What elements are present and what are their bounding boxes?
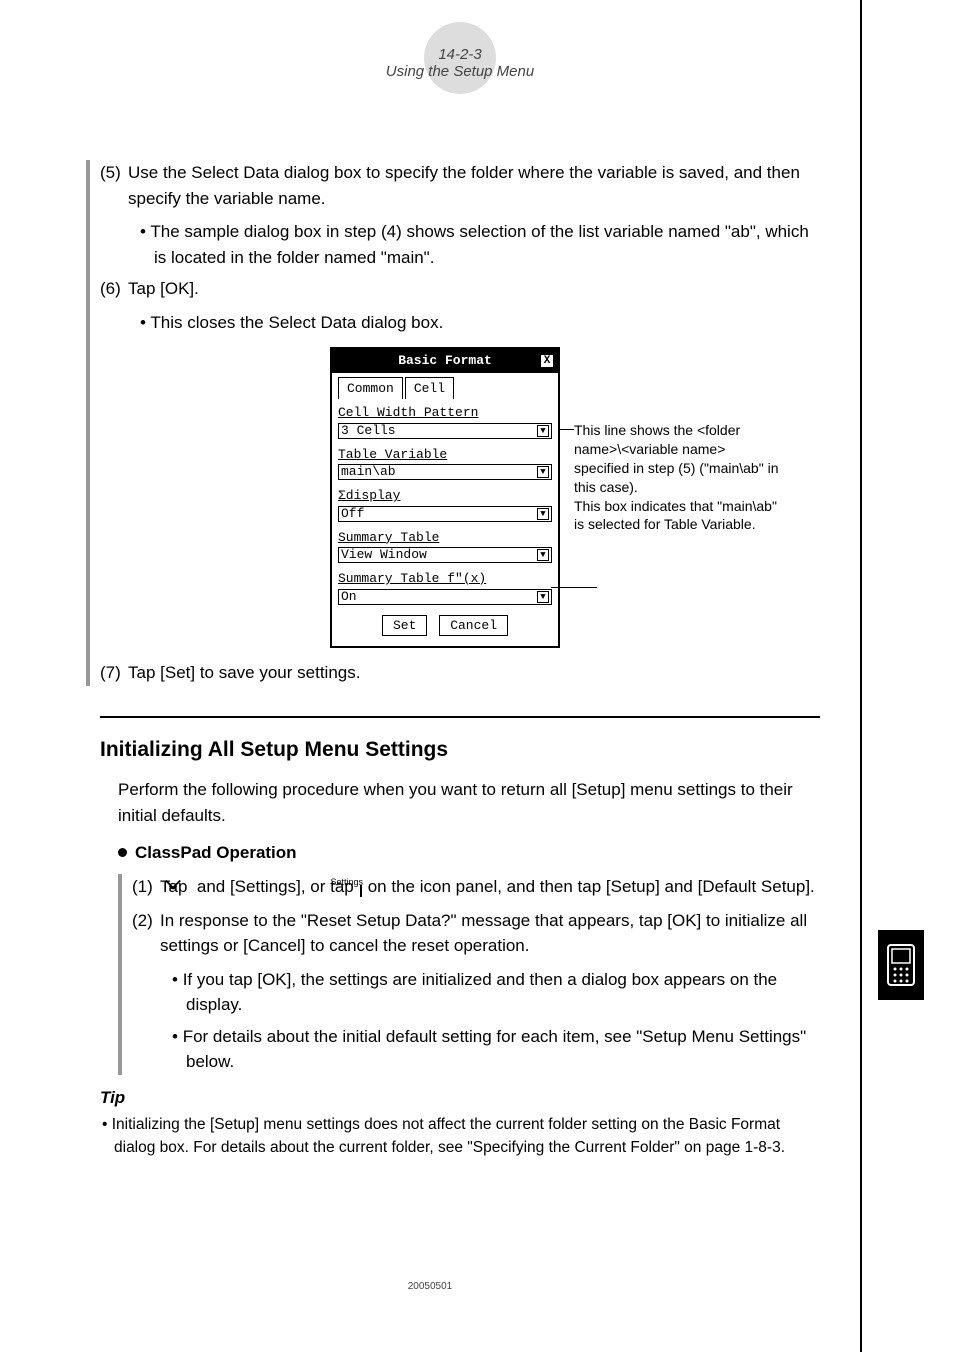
op-step-2-bullet-2: For details about the initial default se… (172, 1024, 820, 1075)
step-5: (5)Use the Select Data dialog box to spe… (100, 160, 820, 211)
summary-table-value: View Window (341, 545, 427, 565)
op-head-text: ClassPad Operation (135, 840, 297, 866)
summary-table-fx-label: Summary Table f"(x) (338, 569, 552, 589)
footer-code: 20050501 (0, 1281, 860, 1292)
annotation-line-2: This box indicates that "main\ab" is sel… (574, 497, 784, 535)
page-header-badge: 14-2-3 Using the Setup Menu (100, 30, 820, 100)
table-variable-value: main\ab (341, 462, 396, 482)
summary-table-fx-value: On (341, 587, 357, 607)
cancel-button[interactable]: Cancel (439, 615, 508, 637)
summary-table-select[interactable]: View Window ▼ (338, 547, 552, 563)
dialog-annotation: This line shows the <folder name>\<varia… (574, 347, 784, 534)
tab-common[interactable]: Common (338, 377, 403, 400)
tip-item: Initializing the [Setup] menu settings d… (100, 1114, 820, 1159)
op-step-1: (1)Tap and [Settings], or tap Settings o… (132, 874, 820, 900)
tab-cell[interactable]: Cell (405, 377, 454, 400)
basic-format-dialog: Basic Format X Common Cell Cell Width Pa… (330, 347, 560, 648)
step-6: (6)Tap [OK]. (100, 276, 820, 302)
cell-width-pattern-value: 3 Cells (341, 421, 396, 441)
cell-width-pattern-select[interactable]: 3 Cells ▼ (338, 423, 552, 439)
steps-block-2: (1)Tap and [Settings], or tap Settings o… (118, 874, 820, 1075)
sigma-display-select[interactable]: Off ▼ (338, 506, 552, 522)
table-variable-select[interactable]: main\ab ▼ (338, 464, 552, 480)
step-6-text: Tap [OK]. (128, 279, 199, 298)
steps-block-1: (5)Use the Select Data dialog box to spe… (86, 160, 820, 686)
summary-table-fx-select[interactable]: On ▼ (338, 589, 552, 605)
cell-width-pattern-label: Cell Width Pattern (338, 403, 552, 423)
op-step-2: (2)In response to the "Reset Setup Data?… (132, 908, 820, 959)
chevron-down-icon: ▼ (537, 466, 549, 478)
sigma-display-label: Σdisplay (338, 486, 552, 506)
step-7: (7)Tap [Set] to save your settings. (100, 660, 820, 686)
close-icon[interactable]: X (540, 354, 554, 368)
step-5-bullet-1: The sample dialog box in step (4) shows … (140, 219, 820, 270)
step-6-bullet-1: This closes the Select Data dialog box. (140, 310, 820, 336)
summary-table-label: Summary Table (338, 528, 552, 548)
step-5-text: Use the Select Data dialog box to specif… (128, 163, 800, 208)
section-divider (100, 716, 820, 718)
tip-heading: Tip (100, 1085, 820, 1111)
table-variable-label: Table Variable (338, 445, 552, 465)
calculator-thumb-icon (878, 930, 924, 1000)
bullet-dot-icon (118, 848, 127, 857)
op-step-1c: on the icon panel, and then tap [Setup] … (363, 877, 815, 896)
annotation-line-1: This line shows the <folder name>\<varia… (574, 421, 784, 497)
section-intro: Perform the following procedure when you… (118, 777, 820, 828)
section-heading: Initializing All Setup Menu Settings (100, 734, 820, 766)
header-section: Using the Setup Menu (100, 63, 820, 80)
chevron-down-icon: ▼ (537, 425, 549, 437)
chevron-down-icon: ▼ (537, 508, 549, 520)
classpad-operation-heading: ClassPad Operation (118, 840, 820, 866)
op-step-2-text: In response to the "Reset Setup Data?" m… (160, 911, 807, 956)
set-button[interactable]: Set (382, 615, 427, 637)
chevron-down-icon: ▼ (537, 549, 549, 561)
step-7-text: Tap [Set] to save your settings. (128, 663, 360, 682)
dialog-title-text: Basic Format (398, 351, 492, 371)
dialog-titlebar: Basic Format X (332, 349, 558, 373)
sigma-display-value: Off (341, 504, 364, 524)
chevron-down-icon: ▼ (537, 591, 549, 603)
header-page-ref: 14-2-3 (100, 30, 820, 63)
op-step-2-bullet-1: If you tap [OK], the settings are initia… (172, 967, 820, 1018)
callout-line (551, 587, 597, 588)
